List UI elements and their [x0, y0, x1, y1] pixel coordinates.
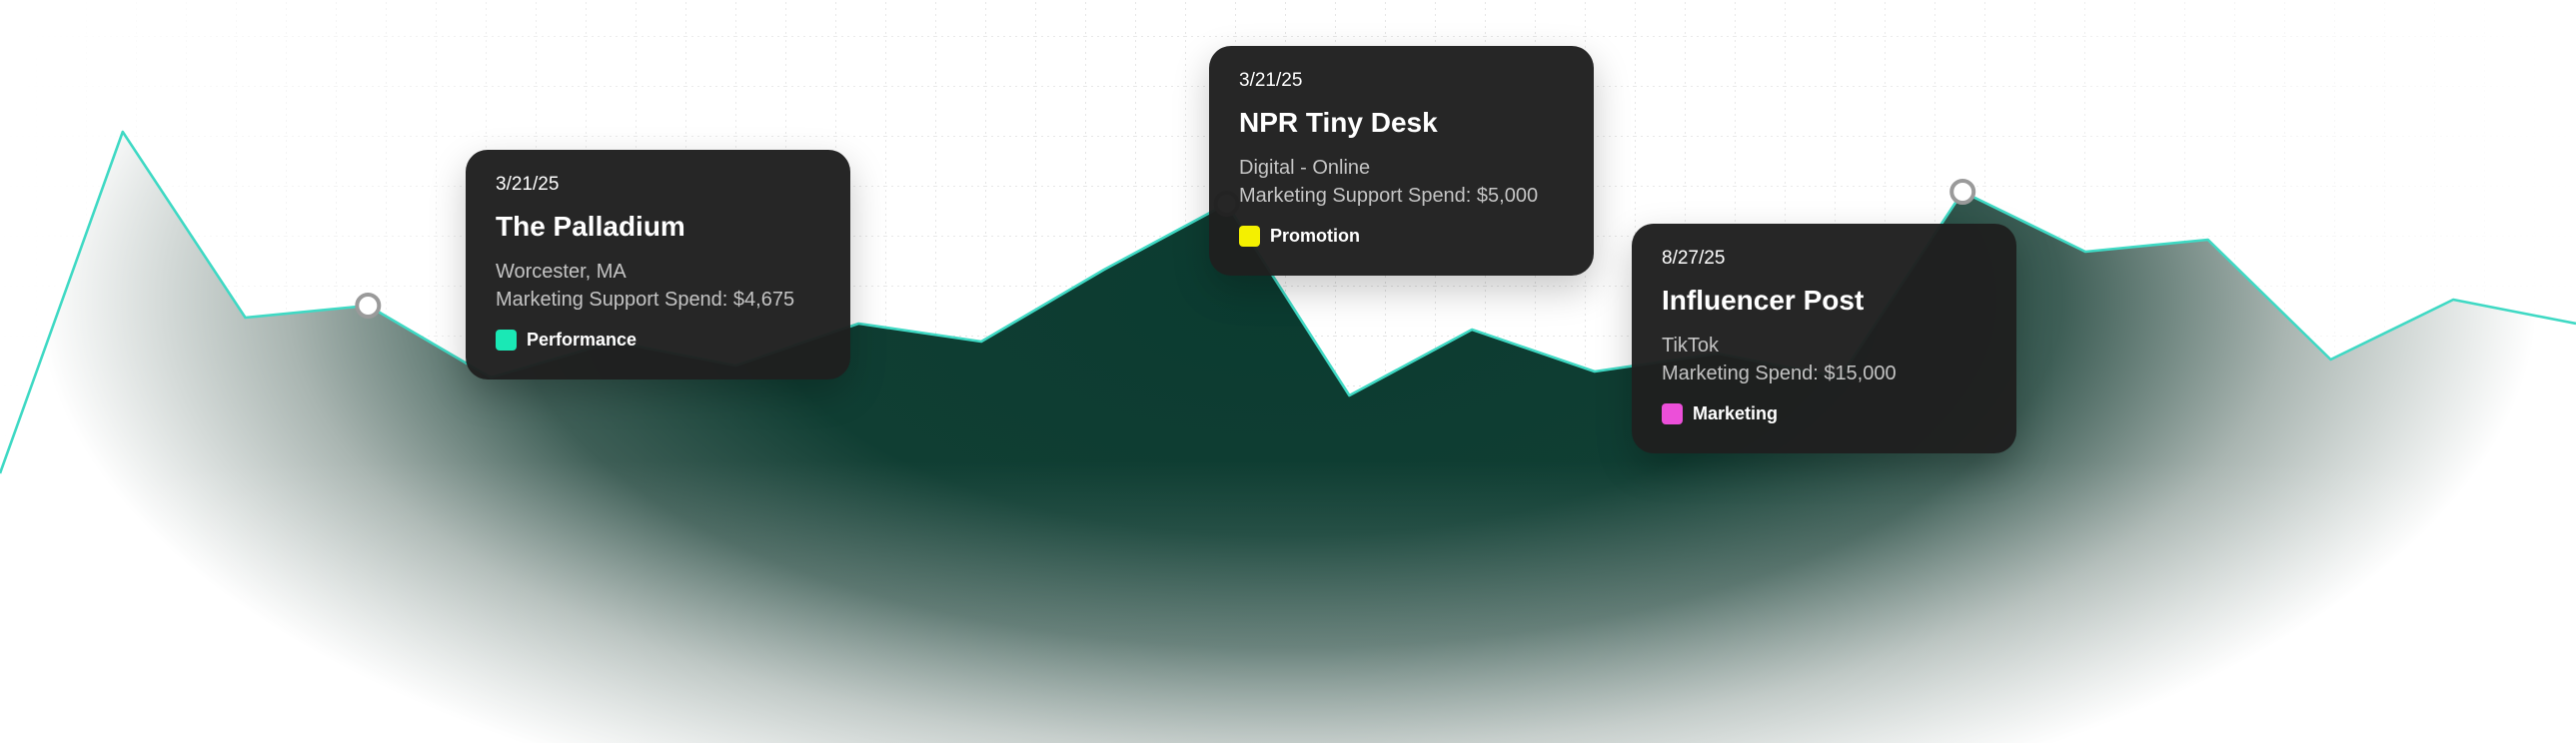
event-title: Influencer Post: [1662, 285, 1865, 316]
event-date: 3/21/25: [1239, 70, 1303, 91]
tag-label: Marketing: [1693, 403, 1779, 423]
data-point-marker[interactable]: [355, 293, 382, 319]
event-spend: Marketing Spend: $15,000: [1662, 363, 1897, 384]
event-date: 8/27/25: [1662, 248, 1726, 269]
event-title: NPR Tiny Desk: [1239, 107, 1438, 138]
data-point-marker[interactable]: [1949, 179, 1976, 205]
event-date: 3/21/25: [496, 174, 560, 195]
event-location: Worcester, MA: [496, 261, 627, 283]
event-tag: Marketing: [1662, 401, 1986, 425]
tag-swatch-icon: [1239, 225, 1260, 247]
event-tag: Performance: [496, 328, 820, 352]
tag-swatch-icon: [496, 329, 517, 351]
tag-swatch-icon: [1662, 402, 1683, 424]
event-title: The Palladium: [496, 211, 685, 242]
event-tag: Promotion: [1239, 224, 1564, 248]
event-spend: Marketing Support Spend: $5,000: [1239, 185, 1539, 207]
event-location: TikTok: [1662, 335, 1720, 357]
event-card-npr-tiny-desk[interactable]: 3/21/25 NPR Tiny Desk Digital - Online M…: [1209, 46, 1594, 276]
event-spend: Marketing Support Spend: $4,675: [496, 289, 795, 311]
event-card-palladium[interactable]: 3/21/25 The Palladium Worcester, MA Mark…: [466, 150, 850, 379]
tag-label: Promotion: [1270, 226, 1360, 246]
event-location: Digital - Online: [1239, 157, 1371, 179]
tag-label: Performance: [527, 330, 638, 350]
event-card-influencer-post[interactable]: 8/27/25 Influencer Post TikTok Marketing…: [1632, 224, 2016, 453]
